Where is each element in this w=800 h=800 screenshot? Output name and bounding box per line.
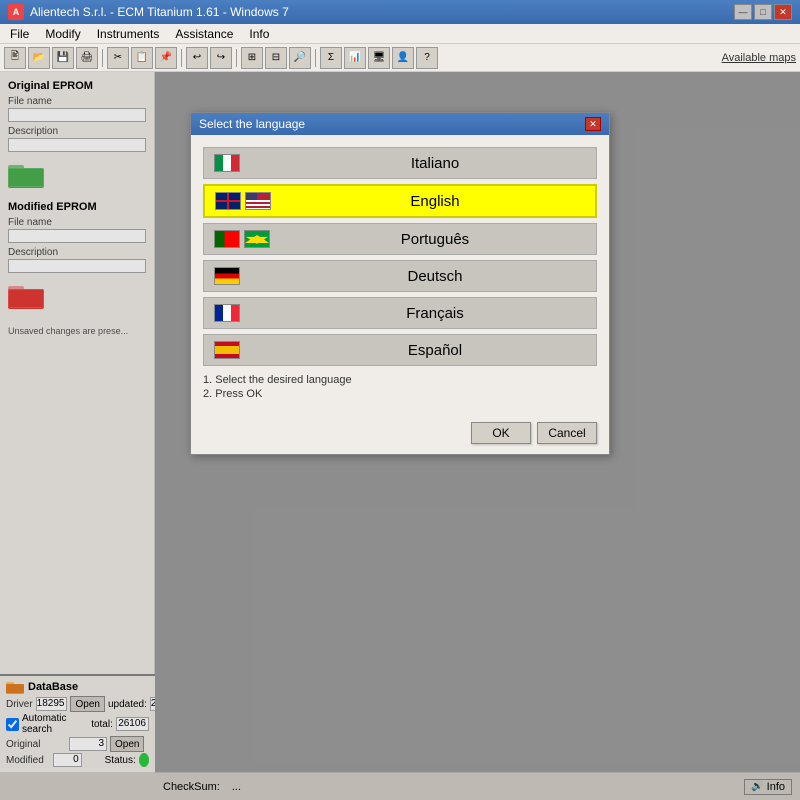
available-maps-link[interactable]: Available maps	[722, 52, 796, 64]
francais-flags	[214, 304, 274, 322]
cancel-button[interactable]: Cancel	[537, 422, 597, 444]
toolbar-btn-5[interactable]: ✂	[107, 47, 129, 69]
language-dialog: Select the language ✕ Italiano	[190, 112, 610, 455]
english-flags	[215, 192, 275, 210]
dialog-title-bar: Select the language ✕	[191, 113, 609, 135]
espanol-flags	[214, 341, 274, 359]
window-frame: A Alientech S.r.l. - ECM Titanium 1.61 -…	[0, 0, 800, 800]
toolbar-sep-2	[181, 49, 182, 67]
lang-option-italiano[interactable]: Italiano	[203, 147, 597, 179]
italiano-flags	[214, 154, 274, 172]
toolbar-btn-6[interactable]: 📋	[131, 47, 153, 69]
toolbar: 🖹 📂 💾 🖨 ✂ 📋 📌 ↩ ↪ ⊞ ⊟ 🔎 Σ 📊 🖥 👤 ? Availa…	[0, 44, 800, 72]
toolbar-btn-3[interactable]: 💾	[52, 47, 74, 69]
dialog-close-button[interactable]: ✕	[585, 117, 601, 131]
menu-info[interactable]: Info	[243, 26, 275, 42]
ok-button[interactable]: OK	[471, 422, 531, 444]
title-bar: A Alientech S.r.l. - ECM Titanium 1.61 -…	[0, 0, 800, 24]
toolbar-sep-3	[236, 49, 237, 67]
espanol-label: Español	[284, 342, 586, 359]
flag-br	[244, 230, 270, 248]
toolbar-btn-13[interactable]: Σ	[320, 47, 342, 69]
maximize-button[interactable]: □	[754, 4, 772, 20]
toolbar-btn-15[interactable]: 🖥	[368, 47, 390, 69]
main-area: Original EPROM File name Description Mod…	[0, 72, 800, 800]
dialog-title: Select the language	[199, 117, 305, 131]
instruction-2: 2. Press OK	[203, 388, 597, 400]
lang-option-deutsch[interactable]: Deutsch	[203, 260, 597, 292]
toolbar-btn-17[interactable]: ?	[416, 47, 438, 69]
minimize-button[interactable]: —	[734, 4, 752, 20]
lang-option-english[interactable]: English	[203, 184, 597, 218]
dialog-overlay: Select the language ✕ Italiano	[0, 72, 800, 800]
portugues-flags	[214, 230, 274, 248]
close-button[interactable]: ✕	[774, 4, 792, 20]
flag-fr	[214, 304, 240, 322]
italiano-label: Italiano	[284, 155, 586, 172]
menu-assistance[interactable]: Assistance	[169, 26, 239, 42]
toolbar-btn-4[interactable]: 🖨	[76, 47, 98, 69]
dialog-instructions: 1. Select the desired language 2. Press …	[203, 374, 597, 400]
menu-modify[interactable]: Modify	[39, 26, 86, 42]
toolbar-btn-1[interactable]: 🖹	[4, 47, 26, 69]
english-label: English	[285, 193, 585, 210]
toolbar-sep-1	[102, 49, 103, 67]
lang-option-portugues[interactable]: Português	[203, 223, 597, 255]
deutsch-flags	[214, 267, 274, 285]
flag-us	[245, 192, 271, 210]
flag-uk	[215, 192, 241, 210]
toolbar-btn-7[interactable]: 📌	[155, 47, 177, 69]
lang-option-espanol[interactable]: Español	[203, 334, 597, 366]
toolbar-btn-10[interactable]: ⊞	[241, 47, 263, 69]
window-title: Alientech S.r.l. - ECM Titanium 1.61 - W…	[30, 5, 289, 19]
portugues-label: Português	[284, 231, 586, 248]
toolbar-btn-16[interactable]: 👤	[392, 47, 414, 69]
instruction-1: 1. Select the desired language	[203, 374, 597, 386]
toolbar-btn-2[interactable]: 📂	[28, 47, 50, 69]
francais-label: Français	[284, 305, 586, 322]
flag-de	[214, 267, 240, 285]
lang-option-francais[interactable]: Français	[203, 297, 597, 329]
toolbar-btn-14[interactable]: 📊	[344, 47, 366, 69]
app-icon: A	[8, 4, 24, 20]
toolbar-btn-8[interactable]: ↩	[186, 47, 208, 69]
toolbar-btn-12[interactable]: 🔎	[289, 47, 311, 69]
flag-es	[214, 341, 240, 359]
toolbar-btn-9[interactable]: ↪	[210, 47, 232, 69]
toolbar-sep-4	[315, 49, 316, 67]
menu-instruments[interactable]: Instruments	[91, 26, 166, 42]
menu-bar: File Modify Instruments Assistance Info	[0, 24, 800, 44]
dialog-buttons-area: OK Cancel	[191, 416, 609, 454]
deutsch-label: Deutsch	[284, 268, 586, 285]
flag-pt	[214, 230, 240, 248]
toolbar-btn-11[interactable]: ⊟	[265, 47, 287, 69]
menu-file[interactable]: File	[4, 26, 35, 42]
flag-it	[214, 154, 240, 172]
dialog-body: Italiano	[191, 135, 609, 416]
